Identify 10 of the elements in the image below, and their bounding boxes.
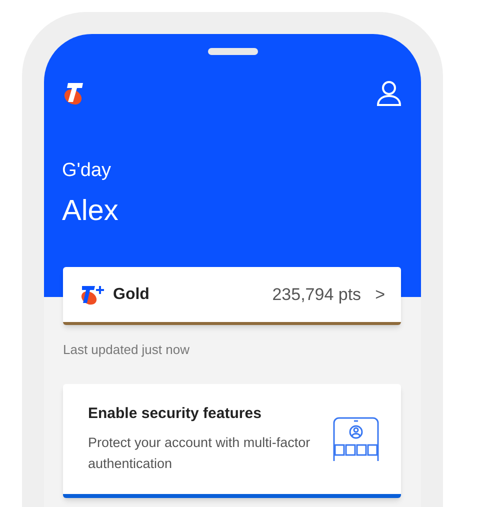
last-updated-text: Last updated just now xyxy=(63,341,190,359)
security-card[interactable]: Enable security features Protect your account with multi-factor authentication xyxy=(63,384,401,498)
card-title: Enable security features xyxy=(88,404,262,424)
drag-handle xyxy=(208,48,258,55)
greeting-text: G'day xyxy=(62,159,112,183)
user-name: Alex xyxy=(62,194,120,228)
rewards-card[interactable]: Gold 235,794 pts > xyxy=(63,267,401,325)
phone-security-icon xyxy=(333,416,379,460)
profile-icon[interactable] xyxy=(375,79,403,107)
card-description: Protect your account with multi-factor authentication xyxy=(88,434,312,473)
